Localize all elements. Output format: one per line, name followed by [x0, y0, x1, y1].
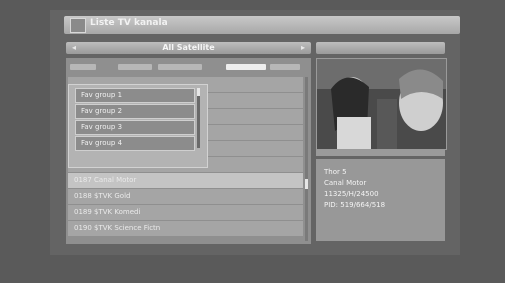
satellite-label: All Satellite	[162, 43, 215, 52]
tab-3[interactable]	[158, 64, 202, 70]
channel-info-panel: Thor 5 Canal Motor 11325/H/24500 PID: 51…	[316, 159, 445, 241]
fav-group-label: Fav group 2	[81, 107, 123, 115]
tv-screen: Liste TV kanala ◂ All Satellite ▸ 0186 l…	[0, 0, 505, 283]
tab-4[interactable]	[226, 64, 266, 70]
tv-list-icon	[70, 18, 86, 33]
fav-scrollbar[interactable]	[197, 88, 200, 148]
satellite-selector[interactable]: ◂ All Satellite ▸	[66, 42, 311, 54]
fav-group-item[interactable]: Fav group 1	[75, 88, 195, 103]
title-bar: Liste TV kanala	[64, 16, 460, 34]
channel-scrollbar[interactable]	[305, 77, 308, 241]
page-title: Liste TV kanala	[90, 18, 168, 28]
channel-row[interactable]: 0189 $TVK Komedi	[68, 205, 303, 220]
channel-label: 0189 $TVK Komedi	[74, 208, 141, 216]
chevron-right-icon[interactable]: ▸	[301, 42, 305, 54]
video-preview	[316, 58, 447, 150]
scrollbar-thumb[interactable]	[305, 179, 308, 189]
tab-2[interactable]	[118, 64, 152, 70]
channel-row[interactable]: 0188 $TVK Gold	[68, 189, 303, 204]
sort-tabs	[70, 62, 307, 72]
fav-group-item[interactable]: Fav group 2	[75, 104, 195, 119]
fav-group-label: Fav group 3	[81, 123, 123, 131]
fav-group-label: Fav group 1	[81, 91, 123, 99]
channel-label: 0187 Canal Motor	[74, 176, 137, 184]
info-frequency: 11325/H/24500	[324, 190, 379, 198]
fav-group-item[interactable]: Fav group 4	[75, 136, 195, 151]
info-satellite: Thor 5	[324, 168, 347, 176]
preview-divider	[316, 150, 445, 156]
tab-5[interactable]	[270, 64, 300, 70]
fav-group-label: Fav group 4	[81, 139, 123, 147]
info-pid: PID: 519/664/518	[324, 201, 386, 209]
tab-1[interactable]	[70, 64, 96, 70]
preview-header	[316, 42, 445, 54]
preview-image	[317, 59, 446, 149]
channel-row[interactable]: 0187 Canal Motor	[68, 173, 303, 188]
channel-label: 0188 $TVK Gold	[74, 192, 131, 200]
info-channel: Canal Motor	[324, 179, 367, 187]
channel-row[interactable]: 0190 $TVK Science Fictn	[68, 221, 303, 236]
fav-group-item[interactable]: Fav group 3	[75, 120, 195, 135]
fav-group-dropdown: Fav group 1 Fav group 2 Fav group 3 Fav gro…	[68, 84, 208, 168]
channel-label: 0190 $TVK Science Fictn	[74, 224, 161, 232]
fav-scrollbar-thumb[interactable]	[197, 88, 200, 96]
